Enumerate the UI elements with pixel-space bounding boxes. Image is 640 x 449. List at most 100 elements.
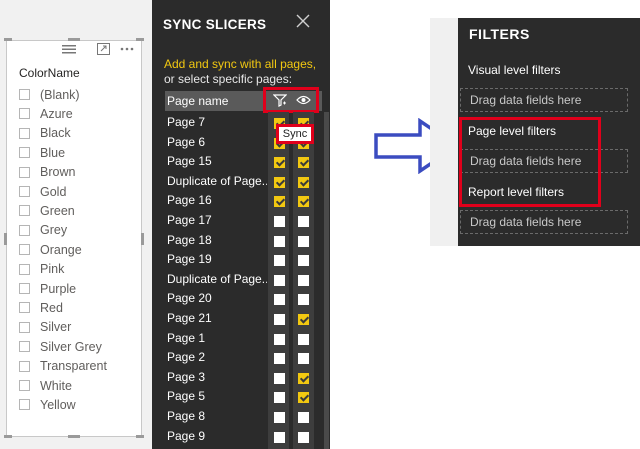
resize-handle[interactable] [4,38,12,41]
visible-checkbox[interactable] [298,412,309,423]
page-row-name: Page 20 [167,291,212,306]
slicer-item-label: Grey [40,223,68,238]
resize-handle[interactable] [68,38,80,41]
focus-mode-icon[interactable] [96,42,110,56]
slicer-item[interactable]: Brown [19,164,75,181]
slicer-item[interactable]: Yellow [19,396,76,413]
sync-help-link[interactable]: Add and sync with all pages, [164,57,316,71]
sync-checkbox[interactable] [274,333,285,345]
checkbox[interactable] [19,166,30,178]
visible-checkbox[interactable] [298,431,309,443]
visible-checkbox[interactable] [298,372,309,384]
visible-checkbox[interactable] [298,274,309,286]
slicer-item[interactable]: Purple [19,280,76,297]
checkbox[interactable] [19,283,30,294]
slicer-item[interactable]: Black [19,125,71,142]
visible-checkbox[interactable] [298,157,309,169]
sync-checkbox[interactable] [274,216,285,227]
slicer-item-label: (Blank) [40,87,80,102]
checkbox[interactable] [19,108,30,120]
close-icon[interactable] [296,12,310,33]
slicer-item-label: Pink [40,262,65,277]
slicer-item[interactable]: (Blank) [19,86,80,103]
resize-handle[interactable] [4,233,7,245]
page-row-name: Page 5 [167,389,206,404]
resize-handle[interactable] [136,435,144,438]
tooltip: Sync [276,124,314,144]
slicer-item[interactable]: Transparent [19,358,107,375]
visual-filter-drop-zone[interactable]: Drag data fields here [460,88,628,112]
resize-handle[interactable] [4,435,12,438]
slicer-item-label: Black [40,126,71,141]
slicer-item[interactable]: White [19,377,72,394]
sync-checkbox[interactable] [274,274,285,286]
page-row-name: Page 15 [167,154,212,169]
sync-checkbox[interactable] [274,392,285,404]
visible-checkbox[interactable] [298,235,309,247]
checkbox[interactable] [19,321,30,333]
report-filter-drop-zone[interactable]: Drag data fields here [460,210,628,234]
checkbox[interactable] [19,244,30,256]
sync-checkbox[interactable] [274,157,285,169]
checkbox[interactable] [19,380,30,391]
slicer-title: ColorName [19,66,80,80]
checkbox[interactable] [19,89,30,100]
slicer-item[interactable]: Grey [19,222,67,239]
slicer-item[interactable]: Gold [19,183,66,200]
sync-checkbox[interactable] [274,372,285,384]
sync-checkbox[interactable] [274,235,285,247]
slicer-item[interactable]: Orange [19,241,82,258]
page-row-name: Page 9 [167,428,206,443]
visible-checkbox[interactable] [298,196,309,208]
checkbox[interactable] [19,399,30,411]
scrollbar[interactable] [324,112,329,449]
checkbox[interactable] [19,224,30,236]
checkbox[interactable] [19,341,30,353]
checkbox[interactable] [19,360,30,372]
slicer-item[interactable]: Azure [19,105,73,122]
visible-checkbox[interactable] [298,294,309,306]
sync-checkbox[interactable] [274,353,285,365]
slicer-item[interactable]: Green [19,202,75,219]
slicer-item-label: Green [40,203,75,218]
slicer-item-label: Gold [40,184,67,199]
slicer-item-label: Brown [40,165,76,180]
visible-checkbox[interactable] [298,333,309,345]
slicer-item[interactable]: Blue [19,144,65,161]
slicer-item[interactable]: Silver Grey [19,338,102,355]
checkbox[interactable] [19,263,30,275]
visible-checkbox[interactable] [298,216,309,227]
page-row-name: Page 17 [167,213,212,227]
visible-checkbox[interactable] [298,255,309,267]
sync-checkbox[interactable] [274,294,285,306]
page-row-name: Page 3 [167,369,206,384]
sync-checkbox[interactable] [274,431,285,443]
sync-checkbox[interactable] [274,176,285,188]
sync-checkbox[interactable] [274,255,285,267]
checkbox[interactable] [19,147,30,159]
visible-checkbox[interactable] [298,392,309,404]
sync-checkbox[interactable] [274,196,285,208]
visible-checkbox[interactable] [298,176,309,188]
visible-checkbox[interactable] [298,314,309,325]
sync-help-text: or select specific pages: [164,72,293,86]
sync-checkbox[interactable] [274,412,285,423]
drag-handle-icon[interactable] [62,42,76,56]
slicer-item[interactable]: Silver [19,319,71,336]
sync-checkbox[interactable] [274,314,285,325]
resize-handle[interactable] [136,38,144,41]
slicer-item[interactable]: Red [19,299,63,316]
highlight-box [263,87,319,113]
more-options-icon[interactable] [120,42,134,56]
resize-handle[interactable] [68,435,80,438]
page-row-name: Page 16 [167,193,212,208]
resize-handle[interactable] [141,233,144,245]
checkbox[interactable] [19,302,30,314]
checkbox[interactable] [19,186,30,197]
visible-checkbox[interactable] [298,353,309,365]
slicer-item[interactable]: Pink [19,261,64,278]
checkbox[interactable] [19,205,30,217]
checkbox[interactable] [19,127,30,139]
slicer-item-label: White [40,378,72,393]
page-row-name: Page 18 [167,232,212,247]
